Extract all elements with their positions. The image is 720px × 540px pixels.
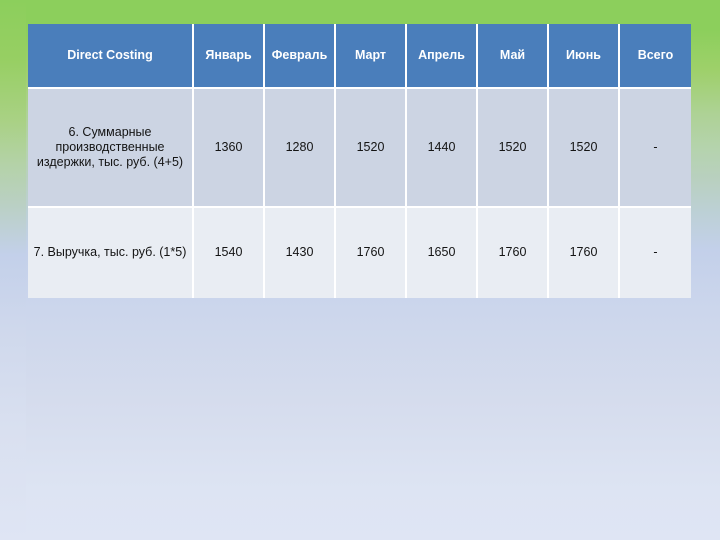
cell-value: 1280 [265,89,336,208]
column-header-june: Июнь [549,24,620,89]
column-header-may: Май [478,24,549,89]
cell-value: 1520 [549,89,620,208]
table-header: Direct Costing Январь Февраль Март Апрел… [28,24,691,89]
column-header-direct-costing: Direct Costing [28,24,194,89]
cell-value: 1360 [194,89,265,208]
row-label-total-production-costs: 6. Суммарные производственные издержки, … [28,89,194,208]
table-body: 6. Суммарные производственные издержки, … [28,89,691,298]
column-header-total: Всего [620,24,691,89]
cell-value: 1760 [478,208,549,298]
cell-value: 1520 [478,89,549,208]
cell-value: 1540 [194,208,265,298]
column-header-january: Январь [194,24,265,89]
cell-value-total: - [620,89,691,208]
background-accent-band [0,0,26,540]
table-row: 6. Суммарные производственные издержки, … [28,89,691,208]
column-header-february: Февраль [265,24,336,89]
direct-costing-table-container: Direct Costing Январь Февраль Март Апрел… [28,24,691,298]
cell-value: 1760 [549,208,620,298]
column-header-march: Март [336,24,407,89]
cell-value: 1440 [407,89,478,208]
table-row: 7. Выручка, тыс. руб. (1*5) 1540 1430 17… [28,208,691,298]
column-header-april: Апрель [407,24,478,89]
cell-value: 1520 [336,89,407,208]
cell-value: 1760 [336,208,407,298]
table-header-row: Direct Costing Январь Февраль Март Апрел… [28,24,691,89]
direct-costing-table: Direct Costing Январь Февраль Март Апрел… [28,24,691,298]
row-label-revenue: 7. Выручка, тыс. руб. (1*5) [28,208,194,298]
slide-canvas: Direct Costing Январь Февраль Март Апрел… [0,0,720,540]
cell-value-total: - [620,208,691,298]
cell-value: 1650 [407,208,478,298]
cell-value: 1430 [265,208,336,298]
